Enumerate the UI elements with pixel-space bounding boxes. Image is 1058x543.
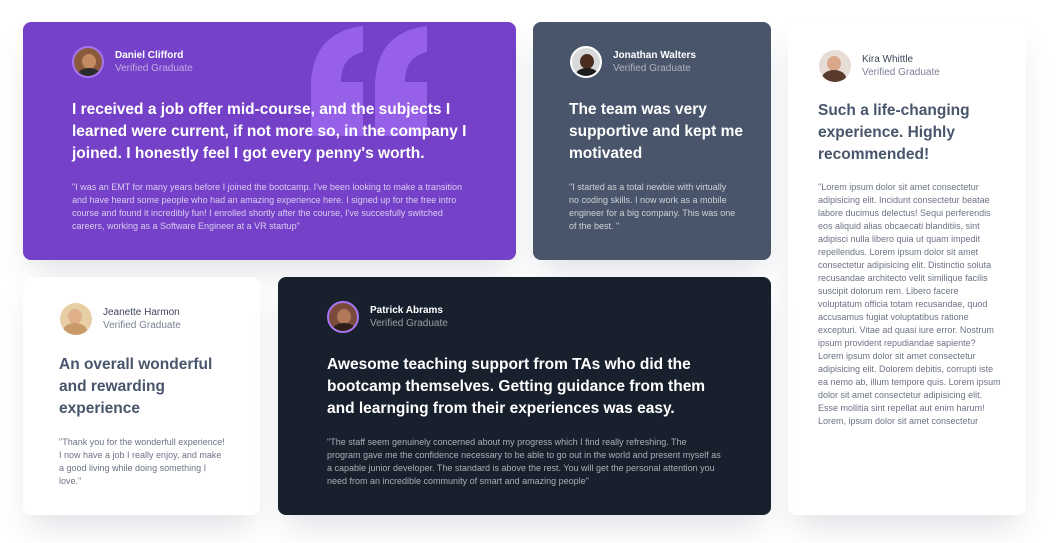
author-role: Verified Graduate — [115, 63, 193, 74]
author-role: Verified Graduate — [103, 320, 181, 331]
avatar-daniel — [72, 46, 104, 78]
avatar-jonathan — [570, 46, 602, 78]
testimonial-card-jonathan: Jonathan Walters Verified Graduate The t… — [533, 22, 771, 260]
testimonial-quote: "The staff seem genuinely concerned abou… — [327, 437, 721, 486]
author-role: Verified Graduate — [613, 63, 691, 74]
author-role: Verified Graduate — [370, 318, 448, 329]
testimonial-headline: The team was very supportive and kept me… — [569, 101, 743, 162]
testimonial-quote: "I was an EMT for many years before I jo… — [72, 182, 462, 231]
testimonial-card-jeanette: Jeanette Harmon Verified Graduate An ove… — [23, 277, 260, 515]
testimonial-quote: "I started as a total newbie with virtua… — [569, 182, 736, 231]
avatar-kira — [819, 50, 851, 82]
author-name: Kira Whittle — [862, 54, 914, 65]
testimonial-card-kira: Kira Whittle Verified Graduate Such a li… — [788, 22, 1026, 515]
avatar-jeanette — [60, 303, 92, 335]
author-role: Verified Graduate — [862, 67, 940, 78]
testimonial-headline: Awesome teaching support from TAs who di… — [327, 356, 706, 417]
author: Jonathan Walters Verified Graduate — [570, 46, 696, 78]
testimonial-headline: I received a job offer mid-course, and t… — [72, 101, 467, 162]
author-name: Daniel Clifford — [115, 50, 184, 61]
testimonial-headline: Such a life-changing experience. Highly … — [818, 102, 970, 163]
testimonial-quote: "Thank you for the wonderfull experience… — [59, 437, 225, 486]
testimonial-quote: "Lorem ipsum dolor sit amet consectetur … — [818, 182, 1001, 426]
author: Jeanette Harmon Verified Graduate — [60, 303, 181, 335]
author: Daniel Clifford Verified Graduate — [72, 46, 193, 78]
author-name: Jonathan Walters — [613, 50, 696, 61]
avatar-patrick — [327, 301, 359, 333]
testimonial-card-patrick: Patrick Abrams Verified Graduate Awesome… — [278, 277, 771, 515]
author-name: Patrick Abrams — [370, 305, 443, 316]
author: Kira Whittle Verified Graduate — [819, 50, 940, 82]
author-name: Jeanette Harmon — [103, 307, 180, 318]
testimonial-card-daniel: Daniel Clifford Verified Graduate I rece… — [23, 22, 516, 260]
author: Patrick Abrams Verified Graduate — [327, 301, 448, 333]
testimonial-headline: An overall wonderful and rewarding exper… — [59, 356, 213, 417]
